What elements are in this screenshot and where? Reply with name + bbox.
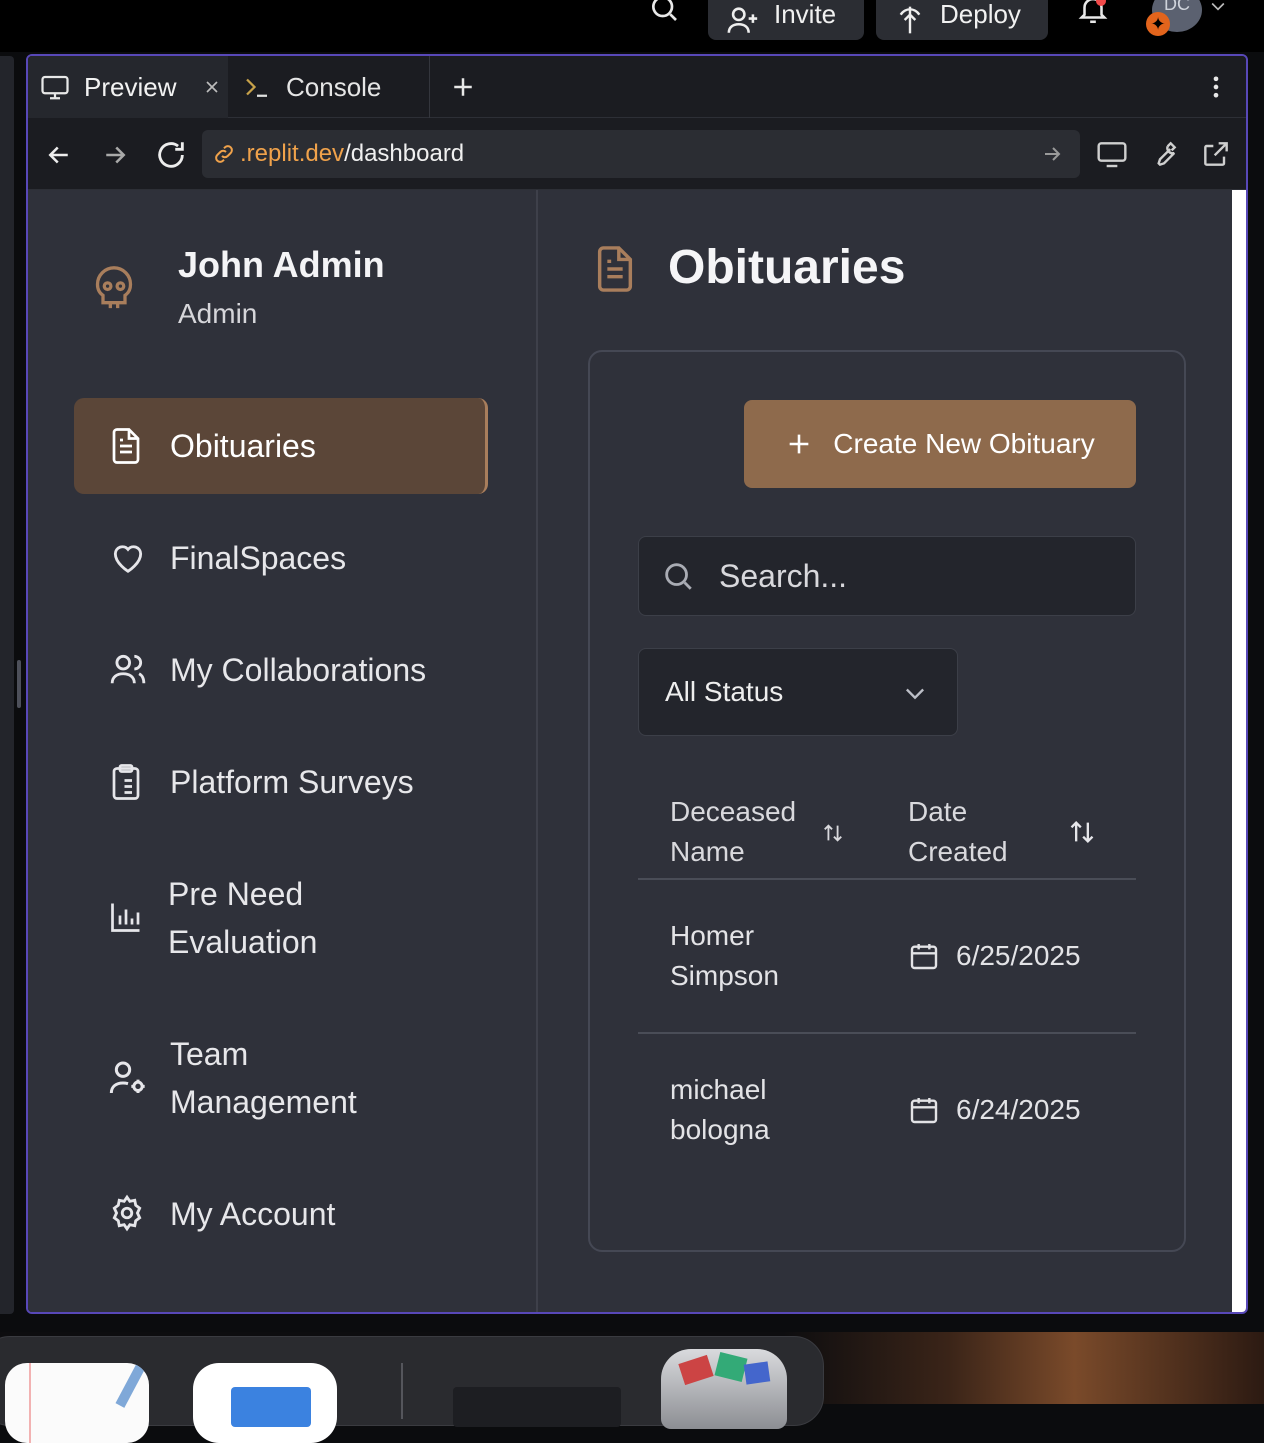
- left-pane-edge: [0, 56, 14, 1314]
- create-new-obituary-button[interactable]: Create New Obituary: [744, 400, 1136, 488]
- sidebar-item-platform-surveys[interactable]: Platform Surveys: [74, 758, 488, 806]
- address-bar-row: .replit.dev/dashboard: [28, 118, 1246, 190]
- monitor-icon: [40, 72, 70, 102]
- sidebar-item-label: Obituaries: [170, 428, 316, 464]
- sidebar-item-label: My Account: [170, 1196, 336, 1232]
- url-field[interactable]: .replit.dev/dashboard: [202, 130, 1080, 178]
- search-icon: [661, 559, 695, 593]
- tab-preview[interactable]: Preview: [28, 56, 228, 118]
- tab-console[interactable]: Console: [230, 56, 430, 118]
- external-link-icon[interactable]: [1200, 138, 1232, 170]
- date-created-cell: 6/24/2025: [956, 1094, 1081, 1125]
- bar-chart-icon: [108, 898, 144, 936]
- users-icon: [108, 650, 148, 688]
- user-name: John Admin: [178, 244, 385, 285]
- sort-arrows-icon[interactable]: [1068, 818, 1096, 846]
- avatar-initials: DC: [1164, 0, 1190, 14]
- app-viewport: John Admin Admin Obituaries FinalSpaces …: [28, 190, 1232, 1312]
- column-header-date-created[interactable]: Date Created: [908, 792, 1048, 872]
- status-filter-select[interactable]: All Status: [638, 648, 958, 736]
- reload-icon[interactable]: [154, 138, 188, 172]
- page-title: Obituaries: [668, 241, 906, 294]
- date-created-cell: 6/25/2025: [956, 940, 1081, 971]
- calendar-icon: [908, 940, 940, 972]
- new-tab-plus-icon[interactable]: [448, 72, 478, 102]
- user-plus-icon: [726, 3, 760, 37]
- spark-badge-icon: ✦: [1146, 12, 1170, 36]
- url-host: .replit.dev: [240, 140, 345, 167]
- app-icon[interactable]: [193, 1363, 337, 1443]
- minimized-window-thumbnail[interactable]: [453, 1387, 621, 1427]
- status-filter-value: All Status: [665, 676, 784, 707]
- plus-icon: [785, 430, 813, 458]
- search-icon[interactable]: [648, 0, 680, 24]
- pane-resize-handle[interactable]: [17, 660, 21, 708]
- sidebar: John Admin Admin Obituaries FinalSpaces …: [28, 190, 538, 1312]
- deploy-label: Deploy: [940, 0, 1021, 29]
- device-monitor-icon[interactable]: [1096, 138, 1128, 170]
- user-cog-icon: [108, 1058, 148, 1098]
- row-divider: [638, 1032, 1136, 1034]
- back-arrow-icon[interactable]: [44, 140, 74, 170]
- invite-button[interactable]: Invite: [708, 0, 864, 40]
- sidebar-item-label: Team Management: [170, 1036, 357, 1120]
- wrench-icon[interactable]: [1148, 138, 1180, 170]
- url-path: /dashboard: [344, 140, 465, 167]
- dock: [0, 1336, 824, 1443]
- scrollbar[interactable]: [1232, 190, 1246, 1312]
- tab-console-label: Console: [286, 71, 382, 102]
- search-input[interactable]: [719, 551, 1119, 601]
- sidebar-item-my-collaborations[interactable]: My Collaborations: [74, 646, 488, 694]
- top-bar: Invite Deploy DC ✦: [0, 0, 1264, 52]
- trash-icon[interactable]: [661, 1349, 787, 1429]
- user-role: Admin: [178, 298, 258, 329]
- search-field[interactable]: [638, 536, 1136, 616]
- chevron-down-icon: [901, 679, 929, 707]
- column-header-deceased-name[interactable]: Deceased Name: [670, 792, 820, 872]
- deploy-button[interactable]: Deploy: [876, 0, 1048, 40]
- sidebar-item-team-management[interactable]: Team Management: [74, 1030, 488, 1126]
- tab-preview-label: Preview: [84, 71, 177, 102]
- obituaries-card: Create New Obituary #search input::place…: [588, 350, 1186, 1252]
- close-icon[interactable]: [202, 77, 222, 97]
- file-text-icon: [108, 426, 144, 466]
- deceased-name-cell: Homer Simpson: [670, 920, 779, 991]
- calendar-icon: [908, 1094, 940, 1126]
- deploy-icon: [894, 4, 926, 36]
- heart-icon: [108, 538, 148, 576]
- main-content: Obituaries Create New Obituary #search i…: [540, 190, 1232, 1312]
- gear-icon: [108, 1194, 146, 1232]
- sidebar-item-label: Pre Need Evaluation: [168, 876, 318, 960]
- deceased-name-cell: michael bologna: [670, 1074, 770, 1145]
- sidebar-item-label: Platform Surveys: [170, 764, 414, 800]
- sidebar-item-finalspaces[interactable]: FinalSpaces: [74, 534, 488, 582]
- sort-arrows-icon[interactable]: [822, 822, 844, 844]
- skull-icon: [92, 264, 136, 312]
- dock-divider: [401, 1363, 403, 1419]
- file-text-icon: [592, 242, 638, 296]
- go-arrow-icon[interactable]: [1040, 142, 1064, 166]
- table-header-divider: [638, 878, 1136, 880]
- clipboard-list-icon: [108, 762, 144, 802]
- tab-bar: Preview Console: [28, 56, 1246, 118]
- terminal-icon: [242, 72, 272, 102]
- more-vertical-icon[interactable]: [1202, 72, 1230, 102]
- sidebar-item-label: FinalSpaces: [170, 540, 347, 576]
- invite-label: Invite: [774, 0, 837, 29]
- forward-arrow-icon[interactable]: [100, 140, 130, 170]
- sidebar-item-obituaries[interactable]: Obituaries: [74, 398, 488, 494]
- sidebar-item-pre-need-evaluation[interactable]: Pre Need Evaluation: [74, 870, 488, 966]
- textedit-app-icon[interactable]: [5, 1363, 149, 1443]
- sidebar-item-label: My Collaborations: [170, 652, 427, 688]
- create-button-label: Create New Obituary: [833, 428, 1095, 459]
- link-icon: [212, 142, 236, 166]
- sidebar-item-my-account[interactable]: My Account: [74, 1190, 488, 1238]
- chevron-down-icon[interactable]: [1208, 0, 1228, 16]
- preview-window: Preview Console .replit.dev /dashboard J…: [26, 54, 1248, 1314]
